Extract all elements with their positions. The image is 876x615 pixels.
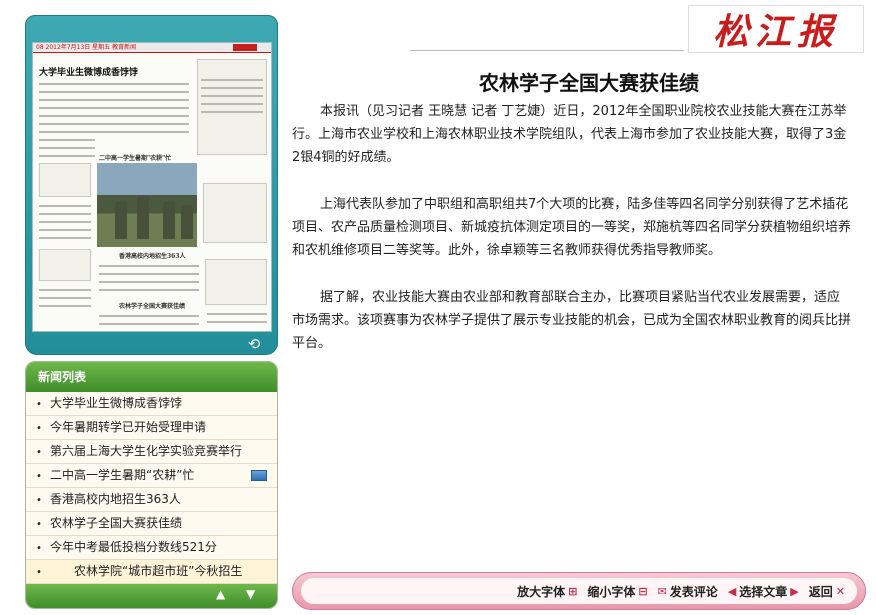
news-list-header: 新闻列表 xyxy=(26,362,277,392)
bullet-icon: • xyxy=(36,423,42,434)
news-list-footer: ▲ ▼ xyxy=(26,584,277,608)
news-list-item[interactable]: • 农林学子全国大赛获佳绩 xyxy=(26,512,277,536)
article-paragraph-3: 据了解，农业技能大赛由农业部和教育部联合主办，比赛项目紧贴当代农业发展需要，适应… xyxy=(292,290,852,351)
bullet-icon: • xyxy=(36,447,42,458)
article: 农林学子全国大赛获佳绩 本报讯（见习记者 王晓慧 记者 丁艺婕）近日，2012年… xyxy=(292,66,852,379)
news-list-item[interactable]: • 今年中考最低投档分数线521分 xyxy=(26,536,277,560)
thumbnail-photo xyxy=(97,163,197,247)
news-list-item[interactable]: • 香港高校内地招生363人 xyxy=(26,488,277,512)
bullet-icon: • xyxy=(36,399,42,410)
bullet-icon: • xyxy=(36,495,42,506)
close-icon: ✕ xyxy=(835,584,845,598)
scroll-down-icon[interactable]: ▼ xyxy=(246,587,255,601)
thumbnail-subhead-3: 农林学子全国大赛获佳绩 xyxy=(119,303,186,310)
news-list-item[interactable]: • 二中高一学生暑期“农耕”忙 xyxy=(26,464,277,488)
enlarge-font-label: 放大字体 xyxy=(517,584,566,599)
minus-box-icon: ⊟ xyxy=(638,584,648,598)
news-list-item-label: 今年中考最低投档分数线521分 xyxy=(50,540,217,554)
news-list-item-label: 农林学子全国大赛获佳绩 xyxy=(50,516,183,530)
bullet-icon: • xyxy=(36,471,42,482)
header-divider xyxy=(410,50,684,51)
news-list-item[interactable]: • 农林学院“城市超市班”今秋招生 xyxy=(26,560,277,584)
thumbnail-subhead-1: 二中高一学生暑期"农耕"忙 xyxy=(99,155,172,162)
newspaper-logo: 松江报 xyxy=(688,5,864,53)
news-list-item-label: 第六届上海大学生化学实验竞赛举行 xyxy=(50,444,243,458)
news-list-item[interactable]: • 第六届上海大学生化学实验竞赛举行 xyxy=(26,440,277,464)
news-list-item-label: 大学毕业生微博成香饽饽 xyxy=(50,396,183,410)
back-button[interactable]: 返回 ✕ xyxy=(809,583,845,600)
toolbar-inner: 放大字体 ⊞ 缩小字体 ⊟ ✉ 发表评论 ◀ 选择文章 ▶ 返回 ✕ xyxy=(301,578,857,604)
image-icon xyxy=(251,470,267,481)
thumbnail-section-tag xyxy=(233,44,257,51)
prev-article-icon[interactable]: ◀ xyxy=(728,585,736,598)
comment-button[interactable]: ✉ 发表评论 xyxy=(658,583,718,600)
left-panel: 08 2012年7月13日 星期五 教育新闻 大学毕业生微博成香饽饽 二中高一学… xyxy=(25,15,278,611)
bullet-icon: • xyxy=(36,543,42,554)
news-list-panel: 新闻列表 • 大学毕业生微博成香饽饽 • 今年暑期转学已开始受理申请 • 第六届上海大学生… xyxy=(25,361,278,609)
bullet-icon: • xyxy=(36,519,42,530)
article-paragraph-2: 上海代表队参加了中职组和高职组共7个大项的比赛，陆多佳等四名同学分别获得了艺术插… xyxy=(292,197,852,258)
news-list-item[interactable]: • 今年暑期转学已开始受理申请 xyxy=(26,416,277,440)
refresh-icon[interactable]: ⟲ xyxy=(245,336,263,352)
envelope-icon: ✉ xyxy=(657,584,667,598)
select-article-label: 选择文章 xyxy=(739,584,788,599)
news-list: • 大学毕业生微博成香饽饽 • 今年暑期转学已开始受理申请 • 第六届上海大学生化学实验竞… xyxy=(26,392,277,584)
news-list-item-label: 今年暑期转学已开始受理申请 xyxy=(50,420,207,434)
shrink-font-label: 缩小字体 xyxy=(587,584,636,599)
shrink-font-button[interactable]: 缩小字体 ⊟ xyxy=(587,583,647,600)
select-article-control: ◀ 选择文章 ▶ xyxy=(728,583,799,600)
logo-text: 松江报 xyxy=(712,11,839,53)
article-paragraph-1: 本报讯（见习记者 王晓慧 记者 丁艺婕）近日，2012年全国职业院校农业技能大赛… xyxy=(292,104,847,165)
thumbnail-headline: 大学毕业生微博成香饽饽 xyxy=(39,68,139,78)
page-preview-panel: 08 2012年7月13日 星期五 教育新闻 大学毕业生微博成香饽饽 二中高一学… xyxy=(25,15,278,355)
comment-label: 发表评论 xyxy=(669,584,718,599)
plus-box-icon: ⊞ xyxy=(568,584,578,598)
news-list-item-label: 农林学院“城市超市班”今秋招生 xyxy=(74,564,243,578)
scroll-up-icon[interactable]: ▲ xyxy=(216,587,225,601)
news-list-item-label: 二中高一学生暑期“农耕”忙 xyxy=(50,468,195,482)
enlarge-font-button[interactable]: 放大字体 ⊞ xyxy=(517,583,577,600)
back-label: 返回 xyxy=(808,584,833,599)
newspaper-page-thumbnail[interactable]: 08 2012年7月13日 星期五 教育新闻 大学毕业生微博成香饽饽 二中高一学… xyxy=(32,42,272,332)
article-title: 农林学子全国大赛获佳绩 xyxy=(479,71,699,95)
next-article-icon[interactable]: ▶ xyxy=(790,585,798,598)
article-toolbar: 放大字体 ⊞ 缩小字体 ⊟ ✉ 发表评论 ◀ 选择文章 ▶ 返回 ✕ xyxy=(292,572,866,610)
news-list-item[interactable]: • 大学毕业生微博成香饽饽 xyxy=(26,392,277,416)
thumbnail-subhead-2: 香港高校内地招生363人 xyxy=(119,253,186,260)
news-list-item-label: 香港高校内地招生363人 xyxy=(50,492,181,506)
bullet-icon: • xyxy=(36,567,42,578)
